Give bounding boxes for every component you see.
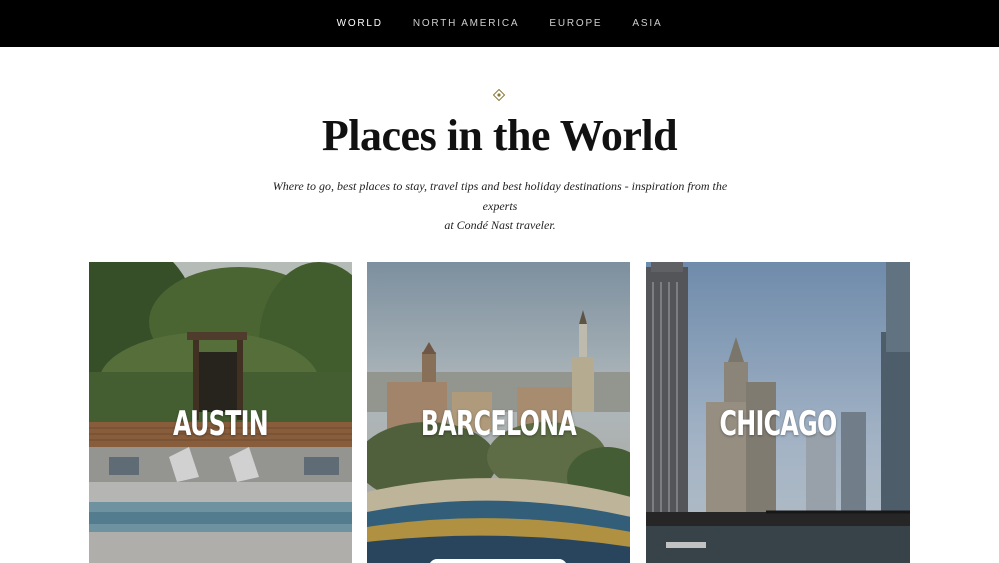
nav-item-europe[interactable]: EUROPE [549, 18, 602, 29]
card-label-barcelona: BARCELONA [420, 404, 577, 444]
nav-item-world[interactable]: WORLD [337, 18, 383, 29]
card-label-austin: AUSTIN [173, 404, 269, 444]
nav-item-north-america[interactable]: NORTH AMERICA [413, 18, 520, 29]
nav-item-asia[interactable]: ASIA [632, 18, 662, 29]
card-overlay-button[interactable] [429, 559, 567, 563]
card-chicago[interactable]: CHICAGO [646, 262, 910, 563]
top-navigation: WORLD NORTH AMERICA EUROPE ASIA [0, 0, 999, 47]
diamond-ornament-icon [493, 89, 505, 101]
card-label-chicago: CHICAGO [719, 404, 837, 444]
subtitle-line-1: Where to go, best places to stay, travel… [272, 179, 728, 213]
card-austin[interactable]: AUSTIN [89, 262, 352, 563]
page-subtitle: Where to go, best places to stay, travel… [255, 177, 745, 236]
subtitle-line-2: at Condé Nast traveler. [444, 218, 556, 232]
page-title: Places in the World [321, 111, 678, 160]
card-barcelona[interactable]: BARCELONA [367, 262, 630, 563]
